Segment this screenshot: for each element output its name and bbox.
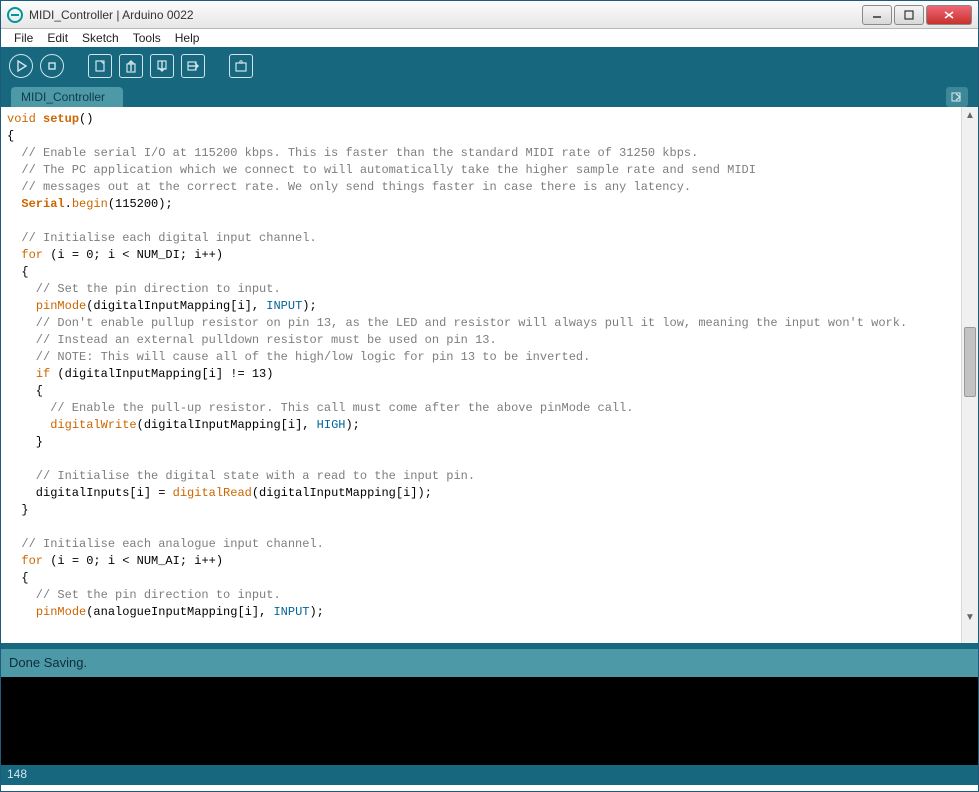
tabbar: MIDI_Controller [1, 85, 978, 107]
console-output[interactable] [1, 677, 978, 765]
stop-button[interactable] [40, 54, 64, 78]
code-editor[interactable]: void setup() { // Enable serial I/O at 1… [1, 107, 961, 643]
arrow-right-icon [950, 90, 964, 104]
verify-button[interactable] [9, 54, 33, 78]
maximize-button[interactable] [894, 5, 924, 25]
line-number-indicator: 148 [7, 767, 27, 781]
new-button[interactable] [88, 54, 112, 78]
upload-button[interactable] [181, 54, 205, 78]
minimize-icon [872, 10, 882, 20]
arrow-up-icon [124, 59, 138, 73]
close-button[interactable] [926, 5, 972, 25]
maximize-icon [904, 10, 914, 20]
serial-monitor-button[interactable] [229, 54, 253, 78]
menubar: File Edit Sketch Tools Help [1, 29, 978, 47]
menu-help[interactable]: Help [170, 30, 205, 46]
toolbar [1, 47, 978, 85]
save-button[interactable] [150, 54, 174, 78]
arrow-down-icon [155, 59, 169, 73]
editor-area: void setup() { // Enable serial I/O at 1… [1, 107, 978, 643]
menu-tools[interactable]: Tools [128, 30, 166, 46]
window-title: MIDI_Controller | Arduino 0022 [29, 8, 194, 22]
scroll-down-icon[interactable]: ▼ [962, 609, 978, 626]
play-icon [14, 59, 28, 73]
close-icon [943, 10, 955, 20]
menu-sketch[interactable]: Sketch [77, 30, 124, 46]
vertical-scrollbar[interactable]: ▲ ▼ [961, 107, 978, 643]
arduino-icon [7, 7, 23, 23]
menu-file[interactable]: File [9, 30, 38, 46]
window-controls [860, 5, 972, 25]
tab-label: MIDI_Controller [21, 90, 105, 104]
open-button[interactable] [119, 54, 143, 78]
footer-bar: 148 [1, 765, 978, 785]
status-text: Done Saving. [9, 655, 87, 670]
minimize-button[interactable] [862, 5, 892, 25]
arrow-right-icon [186, 59, 200, 73]
new-file-icon [93, 59, 107, 73]
sketch-tab[interactable]: MIDI_Controller [11, 87, 123, 107]
scrollbar-thumb[interactable] [964, 327, 976, 397]
scroll-up-icon[interactable]: ▲ [962, 107, 978, 124]
stop-icon [45, 59, 59, 73]
tab-menu-button[interactable] [946, 87, 968, 107]
menu-edit[interactable]: Edit [42, 30, 73, 46]
status-bar: Done Saving. [1, 649, 978, 677]
window-titlebar: MIDI_Controller | Arduino 0022 [1, 1, 978, 29]
serial-monitor-icon [234, 59, 248, 73]
